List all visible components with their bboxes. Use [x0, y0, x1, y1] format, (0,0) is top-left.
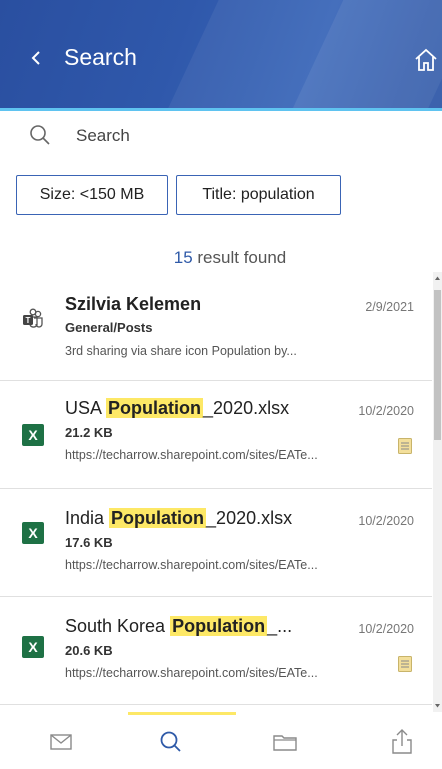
share-icon[interactable]: [387, 727, 417, 757]
item-date: 2/9/2021: [365, 300, 414, 314]
list-item[interactable]: X India Population _2020.xlsx 10/2/2020 1…: [0, 488, 432, 597]
item-size: 20.6 KB: [65, 643, 113, 658]
item-title-prefix: India: [65, 508, 110, 528]
filter-chip-size[interactable]: Size: <150 MB: [16, 175, 168, 215]
item-date: 10/2/2020: [358, 622, 414, 636]
scrollbar[interactable]: [433, 272, 442, 712]
item-url: https://techarrow.sharepoint.com/sites/E…: [65, 666, 318, 680]
item-description: 3rd sharing via share icon Population by…: [65, 344, 297, 358]
search-icon: [30, 125, 50, 145]
excel-icon: X: [22, 522, 44, 544]
app-header: Search: [0, 0, 442, 111]
svg-text:T: T: [26, 316, 31, 325]
svg-text:X: X: [28, 525, 38, 541]
search-icon[interactable]: [155, 727, 185, 757]
item-url: https://techarrow.sharepoint.com/sites/E…: [65, 448, 318, 462]
document-icon[interactable]: [398, 438, 412, 454]
result-count-label: result found: [192, 248, 287, 267]
results-list: T Szilvia Kelemen 2/9/2021 General/Posts…: [0, 278, 432, 710]
teams-icon: T: [23, 308, 43, 328]
list-item[interactable]: X USA Population _2020.xlsx 10/2/2020 21.…: [0, 380, 432, 489]
svg-text:X: X: [28, 427, 38, 443]
scroll-thumb[interactable]: [434, 290, 441, 440]
item-size: 17.6 KB: [65, 535, 113, 550]
list-item[interactable]: X South Korea Population _... 10/2/2020 2…: [0, 596, 432, 705]
scroll-up-arrow-icon[interactable]: [435, 276, 440, 281]
page-title: Search: [64, 44, 137, 70]
item-url: https://techarrow.sharepoint.com/sites/E…: [65, 558, 318, 572]
excel-icon: X: [22, 424, 44, 446]
document-icon[interactable]: [398, 656, 412, 672]
item-title: South Korea Population _...: [65, 616, 292, 637]
search-input[interactable]: [76, 121, 416, 151]
item-subtitle: General/Posts: [65, 320, 153, 335]
filter-chip-title[interactable]: Title: population: [176, 175, 341, 215]
item-title-prefix: USA: [65, 398, 107, 418]
chevron-left-icon: [31, 51, 40, 65]
item-title-highlight: Population: [109, 508, 207, 528]
mail-icon[interactable]: [46, 727, 76, 757]
item-title-highlight: Population: [170, 616, 268, 636]
back-button[interactable]: [24, 44, 48, 72]
folder-icon[interactable]: [270, 727, 300, 757]
item-title-prefix: South Korea: [65, 616, 171, 636]
item-title-suffix: _...: [267, 616, 293, 636]
scroll-down-arrow-icon[interactable]: [435, 703, 440, 708]
item-date: 10/2/2020: [358, 514, 414, 528]
home-icon: [415, 48, 437, 71]
item-size: 21.2 KB: [65, 425, 113, 440]
item-title-highlight: Population: [106, 398, 204, 418]
result-count: 15 result found: [0, 248, 442, 268]
item-title: USA Population _2020.xlsx: [65, 398, 289, 419]
excel-icon: X: [22, 636, 44, 658]
item-title: Szilvia Kelemen: [65, 294, 202, 314]
result-count-number: 15: [173, 248, 193, 267]
search-bar: [0, 115, 442, 159]
list-item[interactable]: T Szilvia Kelemen 2/9/2021 General/Posts…: [0, 278, 432, 381]
item-title: India Population _2020.xlsx: [65, 508, 292, 529]
item-title-suffix: _2020.xlsx: [206, 508, 293, 528]
item-title-suffix: _2020.xlsx: [203, 398, 290, 418]
bottom-navigation: [0, 715, 442, 769]
home-button[interactable]: [413, 47, 439, 73]
svg-text:X: X: [28, 639, 38, 655]
item-date: 10/2/2020: [358, 404, 414, 418]
